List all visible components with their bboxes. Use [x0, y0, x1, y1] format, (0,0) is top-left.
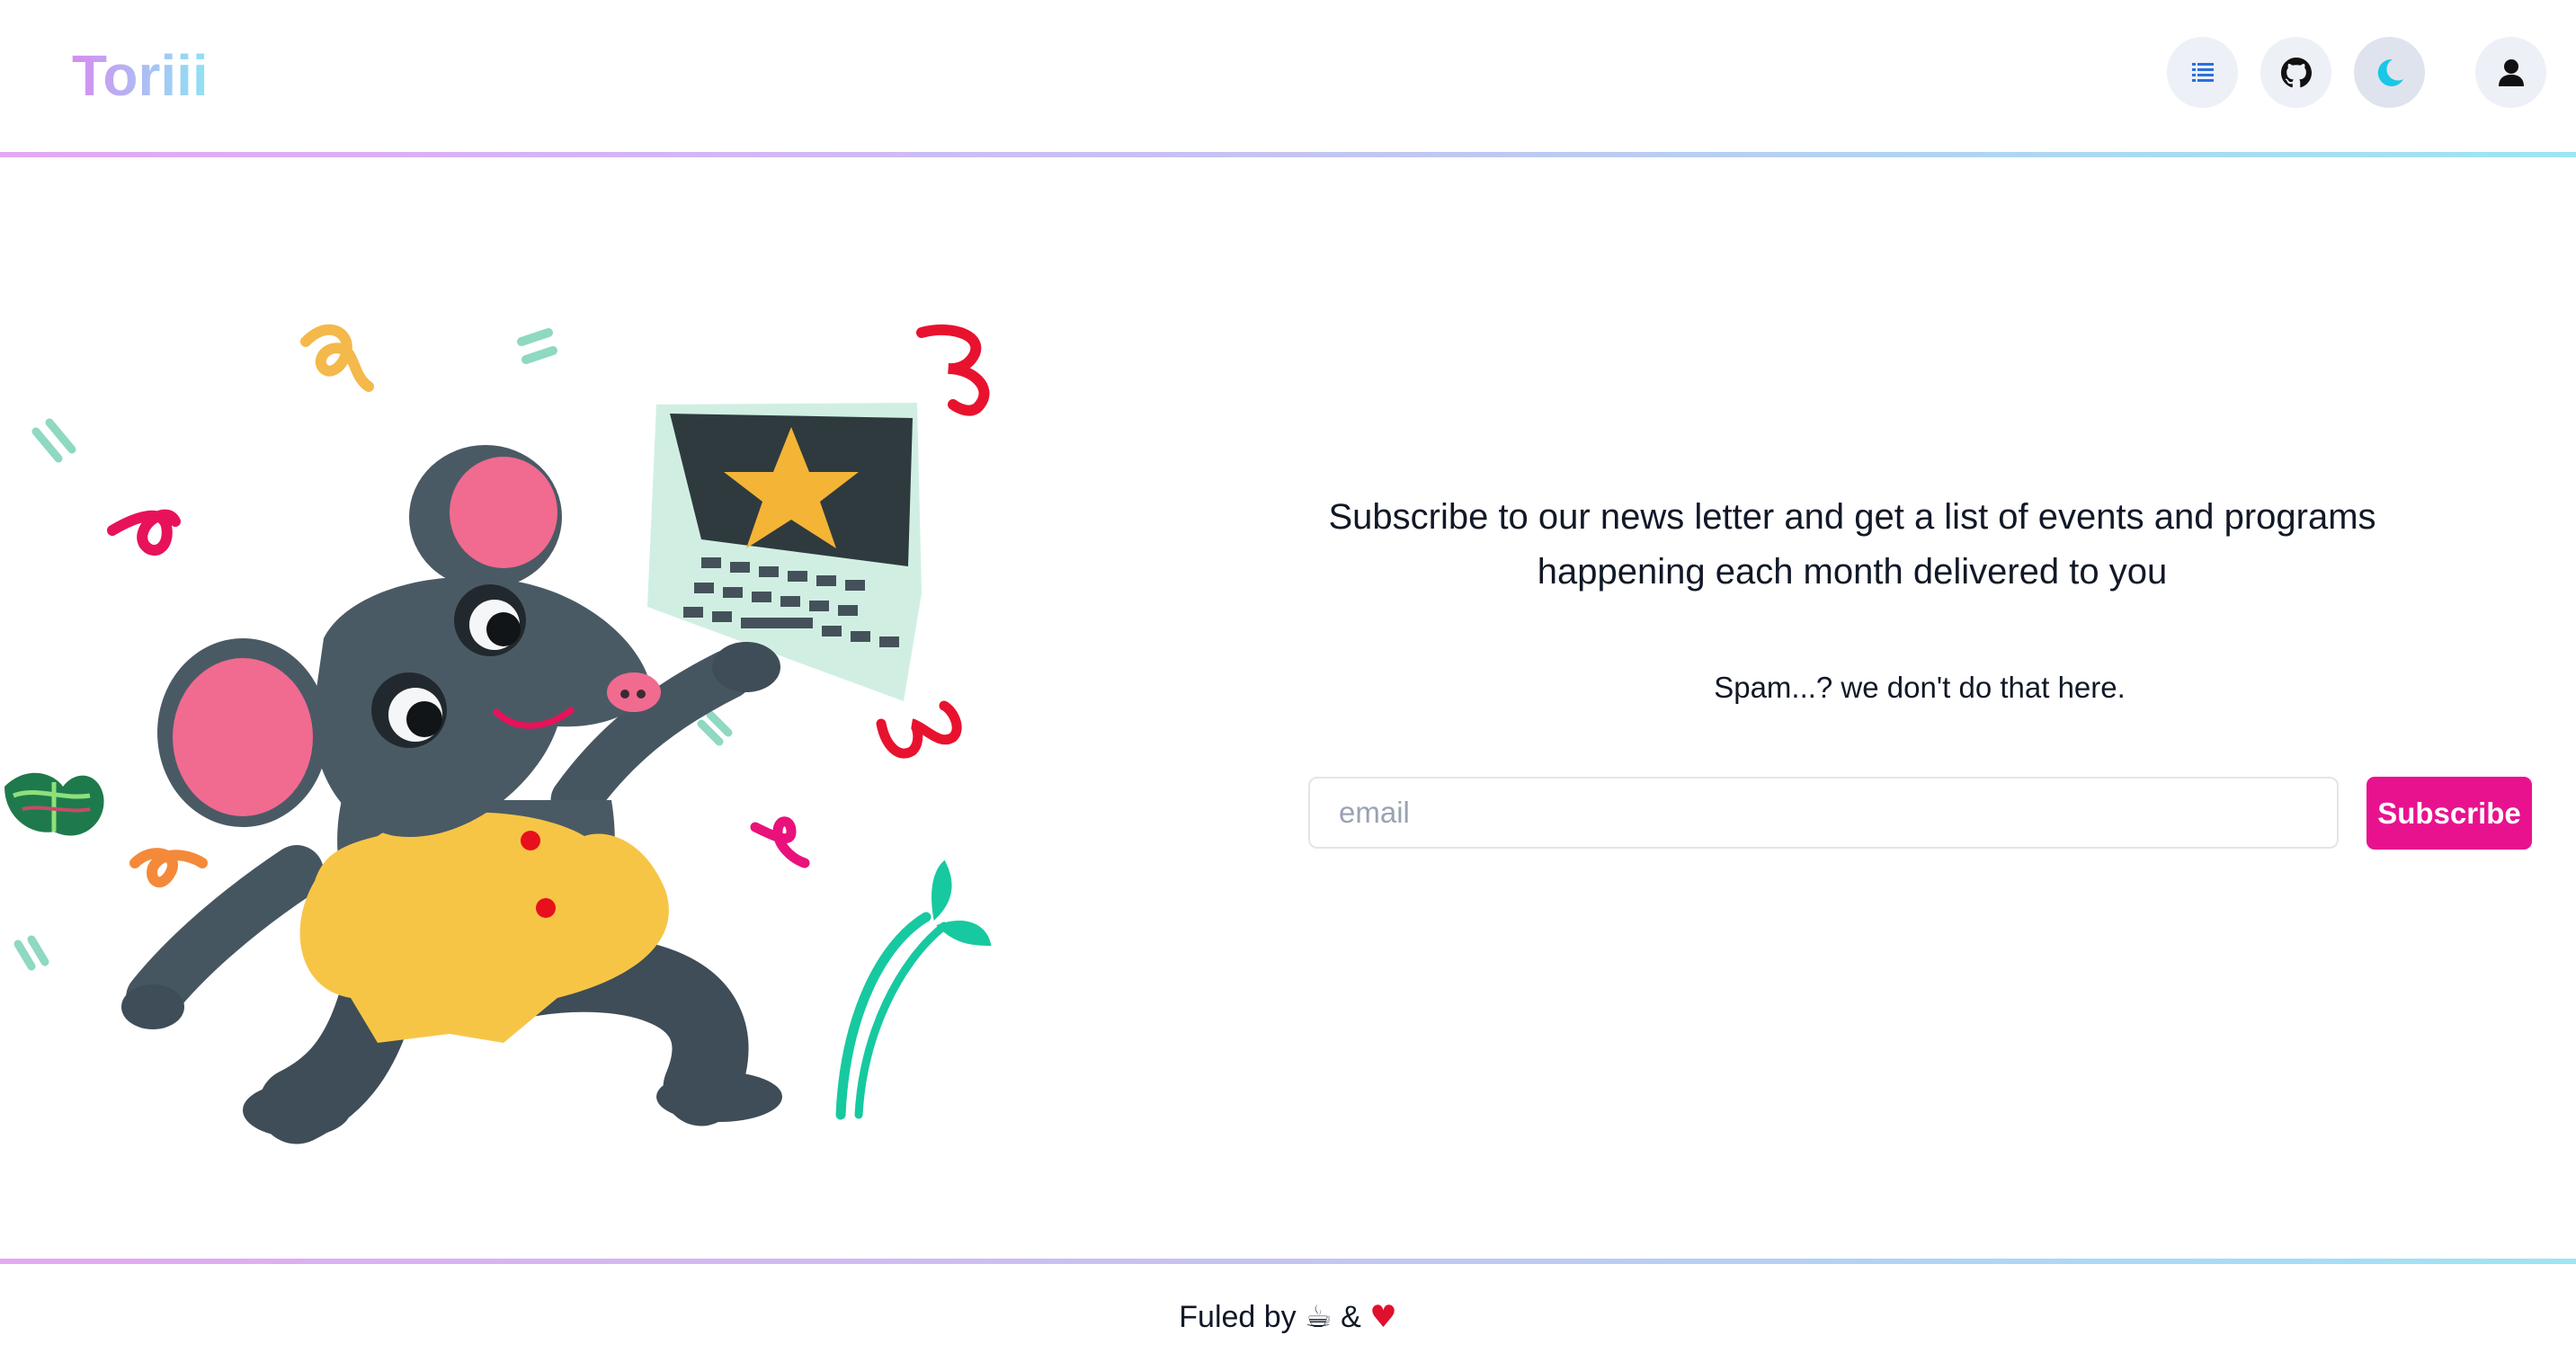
footer-amp: & [1341, 1300, 1361, 1334]
list-icon [2191, 62, 2214, 82]
spam-note: Spam...? we don't do that here. [1714, 671, 2126, 704]
github-icon [2280, 57, 2312, 87]
mouse-with-laptop-illustration [4, 324, 992, 1144]
newsletter-headline: Subscribe to our news letter and get a l… [1328, 497, 2376, 592]
laptop [647, 403, 922, 701]
brand-logo[interactable]: Toriii [72, 40, 209, 111]
theme-toggle-button[interactable] [2354, 37, 2425, 108]
moon-icon [2377, 58, 2403, 86]
subscribe-button[interactable]: Subscribe [2367, 777, 2532, 850]
leaf-decoration [4, 772, 104, 836]
user-button[interactable] [2475, 37, 2546, 108]
coffee-icon: ☕ [1305, 1299, 1333, 1335]
top-bar: Toriii [0, 0, 2576, 155]
user-icon [2498, 58, 2524, 86]
footer: Fuled by ☕ & ♥ [0, 1295, 2576, 1340]
list-button[interactable] [2167, 37, 2238, 108]
heart-icon: ♥ [1369, 1299, 1397, 1335]
footer-prefix: Fuled by [1179, 1300, 1297, 1334]
footer-divider [0, 1259, 2576, 1264]
github-button[interactable] [2260, 37, 2331, 108]
header-divider [0, 152, 2576, 157]
email-input[interactable] [1308, 777, 2339, 849]
